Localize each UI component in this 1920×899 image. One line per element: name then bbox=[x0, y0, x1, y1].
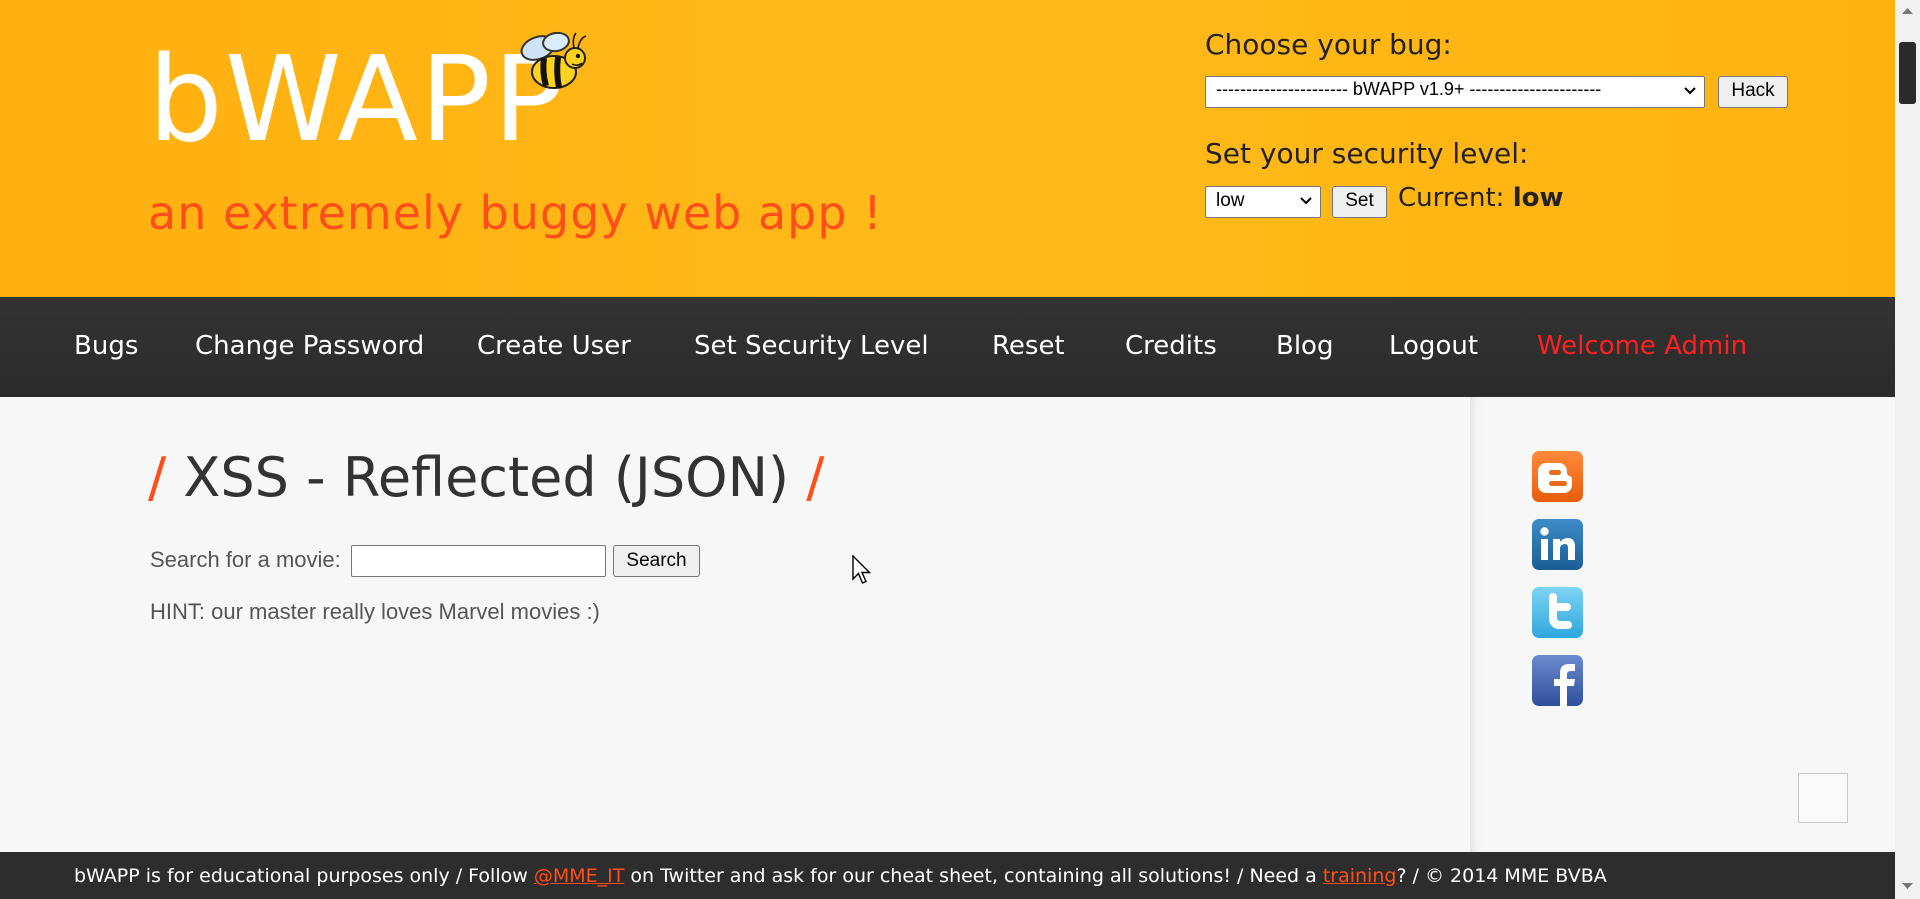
twitter-icon[interactable] bbox=[1532, 587, 1583, 638]
page-title: / XSS - Reflected (JSON) / bbox=[148, 446, 824, 509]
nav-welcome-admin[interactable]: Welcome Admin bbox=[1537, 331, 1747, 361]
set-button[interactable]: Set bbox=[1332, 186, 1387, 218]
header: bWAPP an extremely buggy web app ! Choos… bbox=[0, 0, 1895, 297]
scrollbar-thumb[interactable] bbox=[1899, 42, 1916, 104]
bug-select[interactable]: ---------------------- bWAPP v1.9+ -----… bbox=[1205, 76, 1705, 108]
current-level-value: low bbox=[1512, 183, 1564, 213]
broken-image-icon bbox=[1798, 773, 1848, 823]
nav-item-reset[interactable]: Reset bbox=[992, 331, 1065, 361]
linkedin-icon[interactable] bbox=[1532, 519, 1583, 570]
facebook-icon[interactable] bbox=[1532, 655, 1583, 706]
security-level-select[interactable]: low bbox=[1205, 186, 1321, 218]
search-input[interactable] bbox=[351, 545, 606, 577]
scroll-down-arrow-icon[interactable] bbox=[1901, 881, 1914, 891]
nav-item-credits[interactable]: Credits bbox=[1125, 331, 1217, 361]
tagline: an extremely buggy web app ! bbox=[148, 186, 883, 240]
chevron-down-icon bbox=[1300, 197, 1312, 205]
footer-text-part2: on Twitter and ask for our cheat sheet, … bbox=[624, 865, 1323, 887]
nav-item-change-password[interactable]: Change Password bbox=[195, 331, 424, 361]
bug-select-value: ---------------------- bWAPP v1.9+ -----… bbox=[1216, 79, 1602, 99]
footer-training-link[interactable]: training bbox=[1323, 865, 1397, 887]
search-label: Search for a movie: bbox=[150, 547, 341, 572]
footer-twitter-link[interactable]: @MME_IT bbox=[534, 865, 625, 887]
page-scrollbar[interactable] bbox=[1895, 0, 1920, 899]
chevron-down-icon bbox=[1684, 87, 1696, 95]
search-button[interactable]: Search bbox=[613, 545, 700, 577]
scroll-up-arrow-icon[interactable] bbox=[1901, 6, 1914, 16]
hack-button[interactable]: Hack bbox=[1718, 76, 1788, 108]
nav-item-blog[interactable]: Blog bbox=[1276, 331, 1333, 361]
footer-text-part3: ? / © 2014 MME BVBA bbox=[1396, 865, 1607, 887]
main-nav: Bugs Change Password Create User Set Sec… bbox=[0, 297, 1895, 397]
logo-text[interactable]: bWAPP bbox=[148, 40, 566, 158]
current-level: Current: low bbox=[1398, 183, 1563, 213]
nav-item-bugs[interactable]: Bugs bbox=[74, 331, 138, 361]
mouse-cursor-icon bbox=[852, 555, 872, 584]
nav-item-set-security-level[interactable]: Set Security Level bbox=[694, 331, 929, 361]
blogger-icon[interactable] bbox=[1532, 451, 1583, 502]
hint-text: HINT: our master really loves Marvel mov… bbox=[150, 599, 600, 624]
footer-text: bWAPP is for educational purposes only /… bbox=[74, 865, 1607, 887]
footer: bWAPP is for educational purposes only /… bbox=[0, 852, 1895, 899]
current-level-label: Current: bbox=[1398, 183, 1505, 213]
nav-item-create-user[interactable]: Create User bbox=[477, 331, 631, 361]
page-title-text: XSS - Reflected (JSON) bbox=[183, 446, 790, 509]
nav-item-logout[interactable]: Logout bbox=[1389, 331, 1478, 361]
security-level-label: Set your security level: bbox=[1205, 137, 1529, 170]
footer-text-part1: bWAPP is for educational purposes only /… bbox=[74, 865, 534, 887]
security-level-value: low bbox=[1216, 190, 1245, 211]
choose-bug-label: Choose your bug: bbox=[1205, 28, 1452, 61]
bee-icon bbox=[520, 31, 587, 89]
title-slash-left: / bbox=[148, 446, 167, 509]
title-slash-right: / bbox=[806, 446, 825, 509]
